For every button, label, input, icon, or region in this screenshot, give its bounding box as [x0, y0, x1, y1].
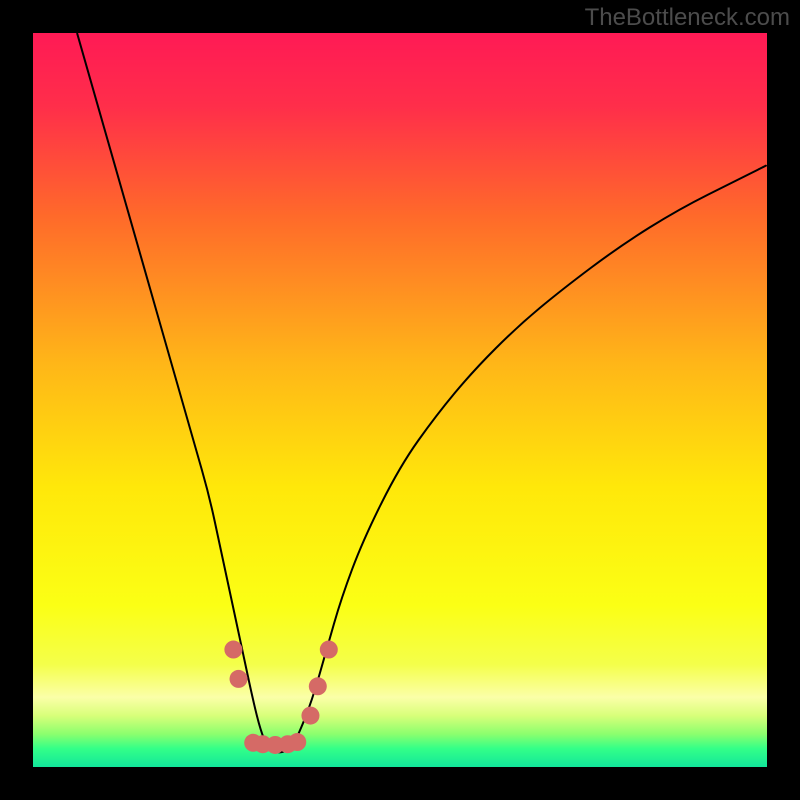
gradient-background	[33, 33, 767, 767]
highlight-dot	[224, 641, 242, 659]
bottleneck-chart	[33, 33, 767, 767]
highlight-dot	[309, 677, 327, 695]
highlight-dot	[288, 733, 306, 751]
highlight-dot	[301, 707, 319, 725]
highlight-dot	[320, 641, 338, 659]
watermark-text: TheBottleneck.com	[585, 4, 790, 32]
highlight-dot	[230, 670, 248, 688]
plot-area	[33, 33, 767, 767]
chart-frame: TheBottleneck.com	[0, 0, 800, 800]
